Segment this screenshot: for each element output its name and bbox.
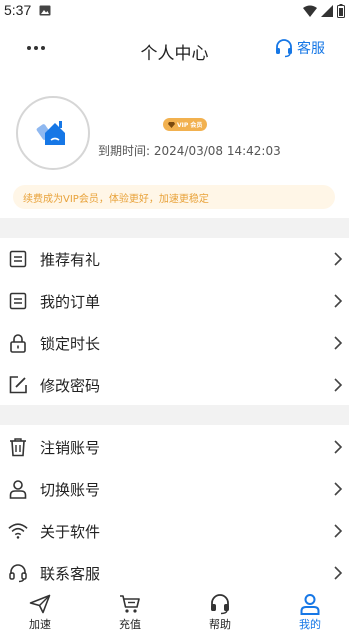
cell-signal-icon <box>321 5 333 17</box>
menu-item-delete-account[interactable]: 注销账号 <box>0 426 349 468</box>
menu-item-label: 修改密码 <box>40 376 101 395</box>
avatar[interactable] <box>16 96 90 170</box>
lock-icon <box>8 333 28 353</box>
headset-icon <box>8 563 28 583</box>
chevron-right-icon <box>334 252 343 266</box>
customer-service-button[interactable]: 客服 <box>274 36 325 60</box>
headset-icon <box>208 593 232 615</box>
chevron-right-icon <box>334 482 343 496</box>
tab-label: 帮助 <box>209 618 231 631</box>
customer-service-label: 客服 <box>297 41 325 57</box>
image-notification-icon <box>39 5 51 16</box>
tab-recharge[interactable]: 充值 <box>95 586 165 634</box>
user-icon <box>8 479 28 499</box>
menu-item-orders[interactable]: 我的订单 <box>0 280 349 322</box>
tab-help[interactable]: 帮助 <box>185 586 255 634</box>
menu-item-referral[interactable]: 推荐有礼 <box>0 238 349 280</box>
menu-item-label: 我的订单 <box>40 292 101 311</box>
chevron-right-icon <box>334 524 343 538</box>
header: 个人中心 客服 <box>0 26 349 74</box>
menu-item-label: 推荐有礼 <box>40 250 101 269</box>
person-icon <box>298 593 322 615</box>
expire-label: 到期时间: <box>98 144 151 158</box>
list-icon <box>8 249 28 269</box>
tab-mine[interactable]: 我的 <box>275 586 345 634</box>
tab-accelerate[interactable]: 加速 <box>5 586 75 634</box>
wifi-signal-icon <box>303 5 317 17</box>
menu-item-label: 关于软件 <box>40 522 101 541</box>
renew-notice[interactable]: 续费成为VIP会员，体验更好，加速更稳定 <box>13 185 335 209</box>
tab-label: 加速 <box>29 618 51 631</box>
battery-icon <box>337 4 345 18</box>
headset-icon <box>276 39 292 58</box>
expire-line: 到期时间: 2024/03/08 14:42:03 <box>98 142 281 159</box>
home-logo-icon <box>36 121 65 145</box>
trash-icon <box>8 437 28 457</box>
expire-value: 2024/03/08 14:42:03 <box>153 144 281 158</box>
tab-label: 充值 <box>119 618 141 631</box>
menu-item-label: 注销账号 <box>40 438 101 457</box>
vip-badge: VIP 会员 <box>163 118 208 131</box>
diamond-icon <box>168 121 175 128</box>
chevron-right-icon <box>334 566 343 580</box>
menu-item-label: 锁定时长 <box>40 334 101 353</box>
menu-item-lock-duration[interactable]: 锁定时长 <box>0 322 349 364</box>
section-divider <box>0 218 349 238</box>
section-divider <box>0 405 349 425</box>
menu-item-change-password[interactable]: 修改密码 <box>0 364 349 406</box>
send-icon <box>28 593 52 615</box>
order-icon <box>8 291 28 311</box>
menu-item-label: 联系客服 <box>40 564 101 583</box>
chevron-right-icon <box>334 440 343 454</box>
bottom-tab-bar: 加速 充值 帮助 我的 <box>0 586 349 634</box>
tab-label: 我的 <box>299 618 321 631</box>
status-bar: 5:37 <box>0 0 349 24</box>
vip-badge-label: VIP 会员 <box>177 122 203 129</box>
menu-item-about[interactable]: 关于软件 <box>0 510 349 552</box>
renew-notice-text: 续费成为VIP会员，体验更好，加速更稳定 <box>23 193 209 205</box>
edit-icon <box>8 375 28 395</box>
chevron-right-icon <box>334 294 343 308</box>
chevron-right-icon <box>334 378 343 392</box>
status-time: 5:37 <box>4 2 32 18</box>
status-indicators <box>303 3 345 19</box>
cart-icon <box>118 593 142 615</box>
menu-item-label: 切换账号 <box>40 480 101 499</box>
menu-item-switch-account[interactable]: 切换账号 <box>0 468 349 510</box>
wifi-icon <box>8 521 28 541</box>
chevron-right-icon <box>334 336 343 350</box>
